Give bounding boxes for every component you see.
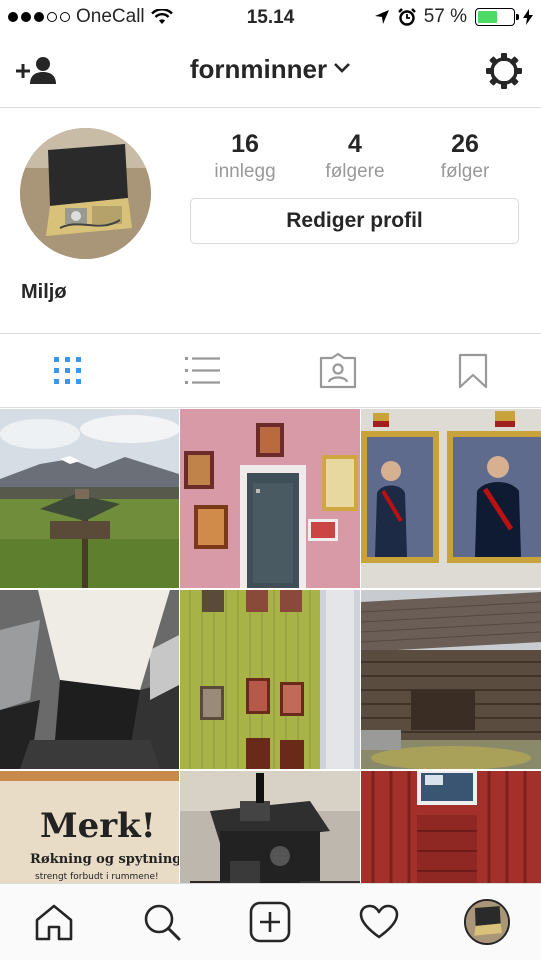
tagged-photos-icon (320, 352, 357, 388)
tab-tagged[interactable] (271, 334, 406, 407)
home-icon (35, 904, 73, 941)
profile-display-name: Miljø (21, 281, 67, 303)
stat-followers[interactable]: 4 følgere (300, 130, 410, 183)
post-thumbnail[interactable] (361, 409, 541, 588)
tab-activity[interactable] (349, 892, 409, 952)
stat-value: 16 (231, 130, 259, 158)
stat-following[interactable]: 26 følger (410, 130, 520, 183)
tab-search[interactable] (132, 892, 192, 952)
post-thumbnail[interactable] (180, 590, 360, 769)
profile-avatar[interactable] (20, 128, 151, 259)
stat-label: innlegg (214, 161, 276, 182)
alarm-icon (397, 8, 416, 26)
tab-list[interactable] (135, 334, 270, 407)
username: fornminner (189, 54, 328, 84)
gear-icon[interactable] (485, 52, 523, 90)
sign-title: Merk! (40, 806, 156, 846)
chevron-down-icon (334, 63, 351, 73)
tab-saved[interactable] (406, 334, 541, 407)
post-thumbnail[interactable] (0, 590, 179, 769)
post-grid: Merk! Røkning og spytning strengt forbud… (0, 409, 541, 950)
charging-bolt-icon (523, 9, 533, 25)
profile-view-tabs (0, 333, 541, 408)
sign-line2: strengt forbudt i rummene! (35, 872, 159, 882)
profile-header: fornminner (0, 36, 541, 108)
post-thumbnail[interactable] (361, 590, 541, 769)
post-thumbnail[interactable] (0, 409, 179, 588)
location-arrow-icon (374, 10, 389, 24)
tab-new-post[interactable] (240, 892, 300, 952)
edit-profile-button[interactable]: Rediger profil (190, 198, 519, 244)
bookmark-icon (459, 353, 488, 388)
status-bar: OneCall 15.14 57 % (0, 0, 541, 36)
activity-heart-icon (359, 904, 398, 939)
list-icon (184, 356, 220, 384)
bottom-tab-bar (0, 883, 541, 960)
stat-value: 26 (451, 130, 479, 158)
profile-avatar-small (463, 899, 510, 945)
tab-home[interactable] (24, 892, 84, 952)
battery-percent: 57 % (423, 6, 467, 27)
new-post-icon (250, 901, 291, 943)
tab-profile[interactable] (457, 892, 517, 952)
battery-icon (475, 8, 519, 26)
grid-icon (53, 356, 81, 384)
stat-label: følgere (325, 161, 385, 182)
stat-value: 4 (348, 130, 362, 158)
profile-stats: 16 innlegg 4 følgere 26 følger (190, 130, 520, 183)
post-thumbnail[interactable] (180, 409, 360, 588)
stat-label: følger (440, 161, 490, 182)
search-icon (144, 904, 181, 941)
stat-posts: 16 innlegg (190, 130, 300, 183)
tab-grid[interactable] (0, 334, 135, 407)
username-switcher[interactable]: fornminner (0, 54, 541, 85)
sign-line1: Røkning og spytning (30, 852, 179, 867)
